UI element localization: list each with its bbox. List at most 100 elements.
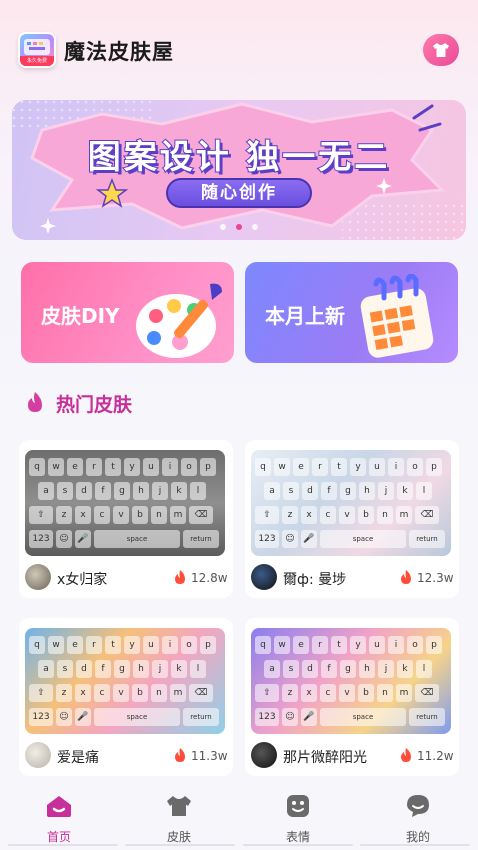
tab-emoji-label: 表情 [285,830,310,844]
author-name: 爾ф: 曼埗 [283,572,347,588]
tab-profile[interactable]: 我的 [388,790,448,845]
pagination-dot [220,224,226,230]
keyboard-preview: q w e r t y u i o p a s d f g h j k l ⇧ z x c v b n m ⌫ 123 ☺ 🎤 space re… [251,450,451,556]
keyboard-key: m [396,684,412,702]
logo-caption: 永久免费 [26,58,47,64]
skin-card[interactable]: q w e r t y u i o p a s d f g h j k l ⇧ z x c v b n m ⌫ 123 ☺ 🎤 space re… [245,618,459,776]
keyboard-row: asdfghjkl [264,482,432,500]
keyboard-key: h [359,660,375,678]
keyboard-key: v [113,506,129,524]
monthly-new-card[interactable]: 本月上新 [245,262,458,363]
keyboard-key: n [151,506,167,524]
keyboard-key: w [274,636,290,654]
keyboard-key: x [301,684,317,702]
keyboard-key: q [255,458,271,476]
keyboard-key: k [397,660,413,678]
skin-card[interactable]: q w e r t y u i o p a s d f g h j k l ⇧ z x c v b n m ⌫ 123 ☺ 🎤 space re… [19,440,233,598]
keyboard-key: i [388,636,404,654]
keyboard-emoji-key: ☺ [282,530,298,548]
popularity-count: 11.3w [191,749,228,763]
author-avatar [25,742,51,768]
keyboard-key: r [312,636,328,654]
keyboard-key: a [38,482,54,500]
keyboard-row: ⇧ z x c v b n m ⌫ [255,684,439,702]
popularity-count: 11.2w [417,749,454,763]
skin-card[interactable]: q w e r t y u i o p a s d f g h j k l ⇧ z x c v b n m ⌫ 123 ☺ 🎤 space re… [19,618,233,776]
keyboard-key: n [377,684,393,702]
keyboard-key: ⇧ [29,506,53,524]
keyboard-key: z [282,684,298,702]
keyboard-key: a [264,482,280,500]
author-avatar [251,742,277,768]
keyboard-emoji-key: ☺ [282,708,298,726]
bottom-tab-bar: 首页 皮肤 表情 我的 [0,790,478,850]
promo-banner[interactable]: 图案设计 独一无二 [12,100,466,240]
keyboard-key: ⌫ [415,684,439,702]
keyboard-key: r [86,458,102,476]
keyboard-space-key: space [320,708,406,726]
keyboard-return-key: return [409,530,445,548]
keyboard-key: n [151,684,167,702]
keyboard-key: i [162,458,178,476]
banner-create-button[interactable]: 随心创作 [166,178,312,208]
keyboard-space-key: space [94,530,180,548]
keyboard-key: p [426,458,442,476]
keyboard-key: j [152,482,168,500]
shirt-icon [167,796,191,816]
keyboard-key: o [407,636,423,654]
keyboard-key: c [320,506,336,524]
keyboard-key: c [94,506,110,524]
keyboard-key: a [264,660,280,678]
hot-flame-icon [28,392,42,412]
keyboard-row: ⇧ z x c v b n m ⌫ [255,506,439,524]
keyboard-key: d [302,482,318,500]
keyboard-key: m [170,506,186,524]
skin-card[interactable]: q w e r t y u i o p a s d f g h j k l ⇧ z x c v b n m ⌫ 123 ☺ 🎤 space re… [245,440,459,598]
keyboard-key: x [75,506,91,524]
palette-icon [136,283,222,358]
keyboard-key: b [358,506,374,524]
keyboard-key: e [293,458,309,476]
skin-diy-card[interactable]: 皮肤DIY [21,262,234,363]
keyboard-row: asdfghjkl [264,660,432,678]
author-name: 爱是痛 [57,750,99,766]
keyboard-key: p [426,636,442,654]
tab-profile-label: 我的 [405,830,430,844]
flame-icon [401,748,411,762]
keyboard-key: e [293,636,309,654]
keyboard-key: n [377,506,393,524]
keyboard-row: qwertyuiop [255,636,442,654]
keyboard-key: s [57,482,73,500]
banner-pagination [0,224,478,230]
keyboard-key: v [113,684,129,702]
tab-home[interactable]: 首页 [29,790,89,845]
tab-emoji[interactable]: 表情 [268,790,328,845]
flame-icon [175,748,185,762]
keyboard-key: g [114,660,130,678]
app-header: 永久免费 魔法皮肤屋 [0,0,478,92]
keyboard-key: u [143,458,159,476]
tab-skins[interactable]: 皮肤 [149,790,209,845]
keyboard-key: ⇧ [255,506,279,524]
keyboard-key: j [378,660,394,678]
keyboard-key: z [56,684,72,702]
keyboard-key: f [321,482,337,500]
home-icon [47,796,71,817]
skin-diy-label: 皮肤DIY [41,304,120,328]
keyboard-key: p [200,458,216,476]
keyboard-key: i [162,636,178,654]
skin-shop-button[interactable] [423,34,459,66]
keyboard-key: c [320,684,336,702]
keyboard-key: ⌫ [189,506,213,524]
emoji-icon [287,795,309,817]
keyboard-key: o [407,458,423,476]
keyboard-key: p [200,636,216,654]
keyboard-key: f [95,482,111,500]
keyboard-key: l [416,482,432,500]
keyboard-key: ⌫ [189,684,213,702]
keyboard-key: f [321,660,337,678]
author-name: x女归家 [57,572,108,588]
calendar-icon [360,274,434,358]
pagination-dot [252,224,258,230]
popularity-count: 12.8w [191,571,228,585]
